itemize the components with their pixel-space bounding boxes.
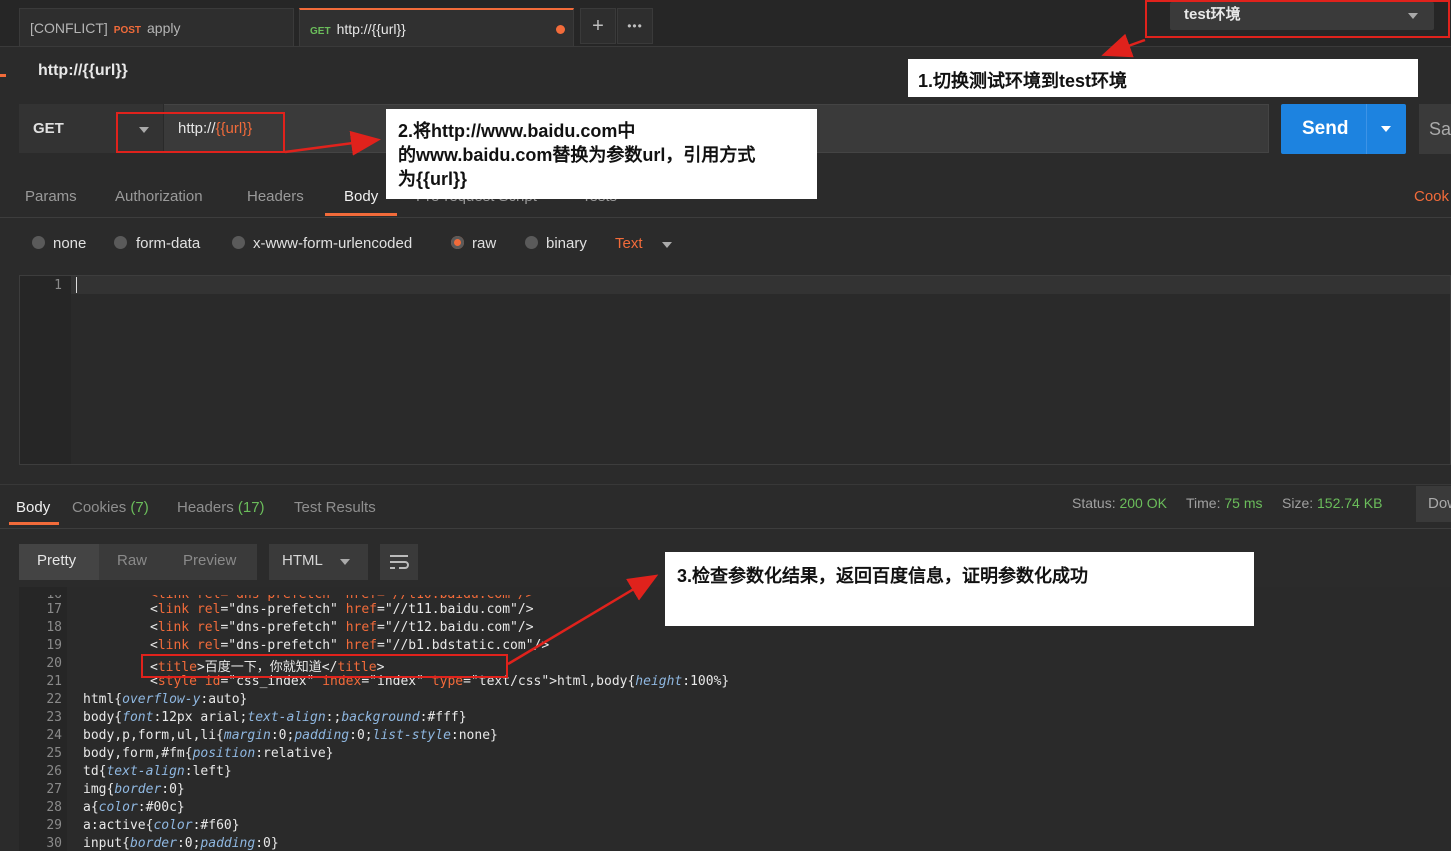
arrow-1	[1101, 33, 1146, 58]
annotation-arrows	[284, 33, 1146, 666]
arrow-2	[284, 130, 381, 156]
arrow-3	[507, 574, 659, 666]
